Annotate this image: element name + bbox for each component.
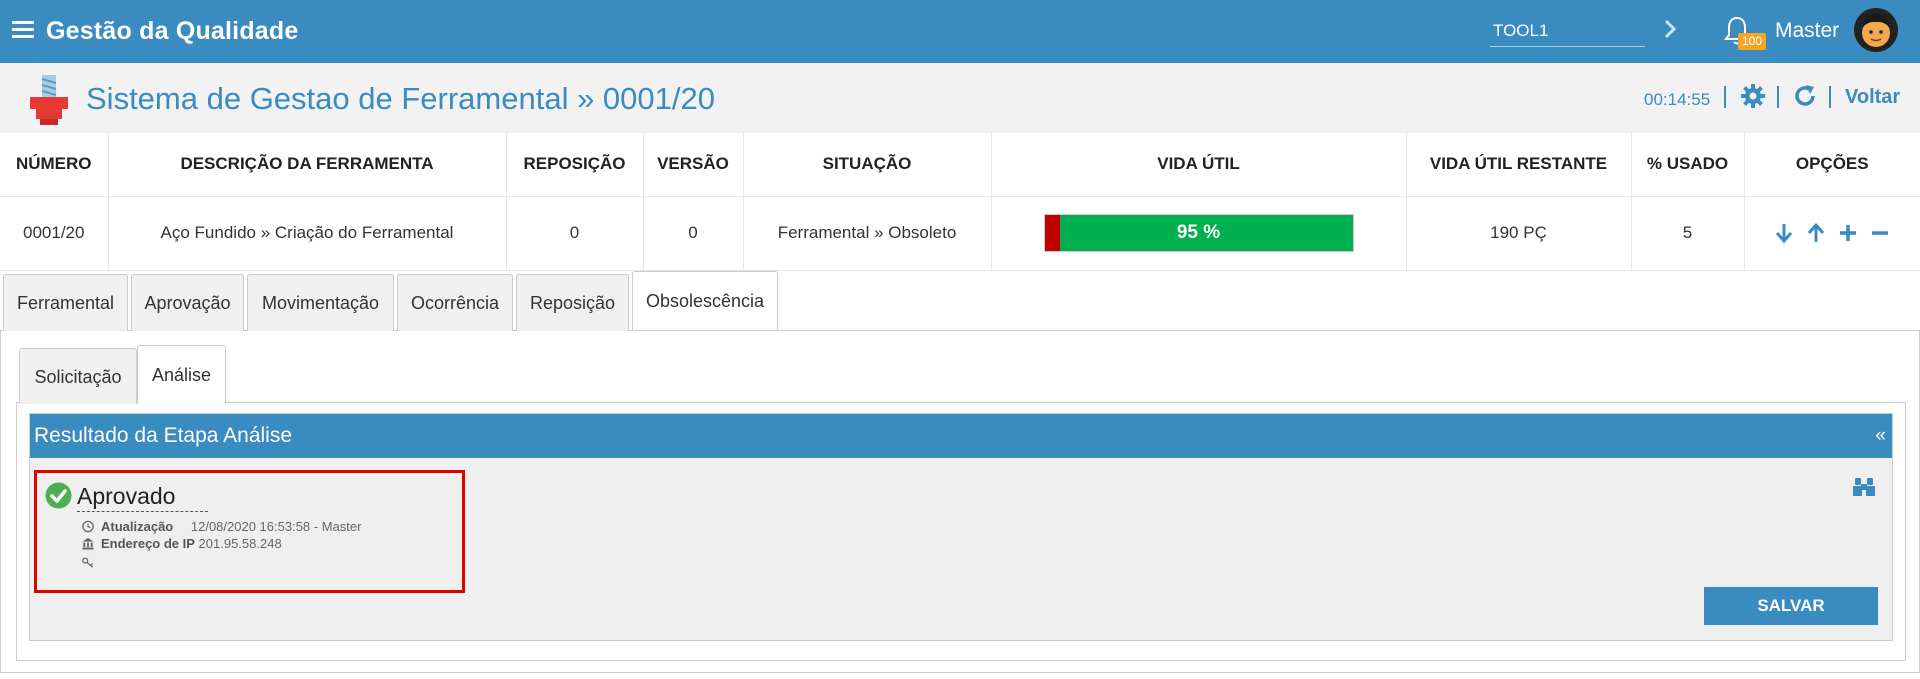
column-header: VIDA ÚTIL xyxy=(991,133,1407,197)
cell-usado: 5 xyxy=(1631,196,1745,271)
header-divider xyxy=(1724,86,1726,108)
cell-reposicao: 0 xyxy=(506,196,644,271)
column-header: % USADO xyxy=(1631,133,1745,197)
hamburger-menu-icon[interactable] xyxy=(12,21,34,39)
cell-opcoes xyxy=(1744,196,1920,271)
column-header: VIDA ÚTIL RESTANTE xyxy=(1406,133,1632,197)
cell-vida-util-restante: 190 PÇ xyxy=(1406,196,1632,271)
update-info: Atualização 12/08/2020 16:53:58 - Master xyxy=(81,519,361,534)
life-progress-label: 95 % xyxy=(1176,222,1221,243)
notification-badge: 100 xyxy=(1738,33,1766,50)
chevron-right-icon[interactable] xyxy=(1660,15,1680,43)
header-divider xyxy=(1777,86,1779,108)
user-name[interactable]: Master xyxy=(1775,19,1839,43)
cell-descricao: Aço Fundido » Criação do Ferramental xyxy=(108,196,507,271)
cell-vida-util: 95 % xyxy=(991,196,1407,271)
main-tabs: Ferramental Aprovação Movimentação Ocorr… xyxy=(0,271,1920,331)
arrow-down-icon[interactable] xyxy=(1774,222,1794,244)
tab-aprovacao[interactable]: Aprovação xyxy=(131,274,244,331)
session-timer: 00:14:55 xyxy=(1644,90,1711,109)
tab-obsolescencia[interactable]: Obsolescência xyxy=(632,271,778,330)
tool-logo-icon xyxy=(30,75,68,125)
refresh-icon[interactable] xyxy=(1792,83,1818,109)
result-title: Resultado da Etapa Análise xyxy=(34,424,293,447)
tab-movimentacao[interactable]: Movimentação xyxy=(247,274,394,331)
life-progress-bar: 95 % xyxy=(1043,214,1354,252)
arrow-up-icon[interactable] xyxy=(1806,222,1826,244)
update-label: Atualização xyxy=(101,519,174,534)
tab-panel: Solicitação Análise Resultado da Etapa A… xyxy=(0,331,1920,673)
tab-reposicao[interactable]: Reposição xyxy=(516,274,629,331)
tool-table: NÚMERO DESCRIÇÃO DA FERRAMENTA REPOSIÇÃO… xyxy=(0,133,1920,271)
result-section: Resultado da Etapa Análise « Aprovado At… xyxy=(29,413,1893,641)
page-header: Sistema de Gestao de Ferramental » 0001/… xyxy=(0,63,1920,133)
app-title: Gestão da Qualidade xyxy=(46,17,299,45)
approval-status-card: Aprovado Atualização 12/08/2020 16:53:58… xyxy=(34,470,465,593)
sub-tabs: Solicitação Análise xyxy=(16,345,1906,404)
key-info xyxy=(81,555,101,570)
tool-search-input[interactable] xyxy=(1490,15,1645,47)
ip-info: Endereço de IP 201.95.58.248 xyxy=(81,536,282,551)
subtab-panel: Resultado da Etapa Análise « Aprovado At… xyxy=(16,403,1906,661)
cell-numero: 0001/20 xyxy=(0,196,109,271)
column-header: NÚMERO xyxy=(0,133,109,197)
cell-situacao: Ferramental » Obsoleto xyxy=(743,196,992,271)
save-button[interactable]: SALVAR xyxy=(1704,587,1878,625)
avatar[interactable] xyxy=(1854,8,1898,52)
ip-value: 201.95.58.248 xyxy=(198,536,282,551)
gear-icon[interactable] xyxy=(1740,83,1766,109)
clock-icon xyxy=(82,520,94,533)
bank-icon xyxy=(82,537,94,550)
back-link[interactable]: Voltar xyxy=(1845,86,1900,109)
column-header: REPOSIÇÃO xyxy=(506,133,644,197)
subtab-solicitacao[interactable]: Solicitação xyxy=(19,348,137,404)
plus-icon[interactable] xyxy=(1838,222,1858,244)
key-icon xyxy=(82,557,94,568)
result-header: Resultado da Etapa Análise « xyxy=(30,414,1892,458)
table-row: 0001/20 Aço Fundido » Criação do Ferrame… xyxy=(0,196,1920,271)
binoculars-icon[interactable] xyxy=(1852,476,1876,498)
tab-ocorrencia[interactable]: Ocorrência xyxy=(397,274,513,331)
subtab-analise[interactable]: Análise xyxy=(137,345,226,404)
column-header: OPÇÕES xyxy=(1744,133,1920,197)
collapse-button[interactable]: « xyxy=(1875,414,1886,458)
header-divider xyxy=(1829,86,1831,108)
cell-versao: 0 xyxy=(643,196,744,271)
approval-status: Aprovado xyxy=(77,483,208,512)
column-header: VERSÃO xyxy=(643,133,744,197)
column-header: SITUAÇÃO xyxy=(743,133,992,197)
column-header: DESCRIÇÃO DA FERRAMENTA xyxy=(108,133,507,197)
update-value: 12/08/2020 16:53:58 - Master xyxy=(190,519,362,534)
top-bar: Gestão da Qualidade 100 Master xyxy=(0,0,1920,63)
tab-ferramental[interactable]: Ferramental xyxy=(3,274,128,331)
ip-label: Endereço de IP xyxy=(101,536,195,551)
check-circle-icon xyxy=(45,482,72,509)
page-title: Sistema de Gestao de Ferramental » 0001/… xyxy=(86,81,715,116)
minus-icon[interactable] xyxy=(1870,222,1890,244)
